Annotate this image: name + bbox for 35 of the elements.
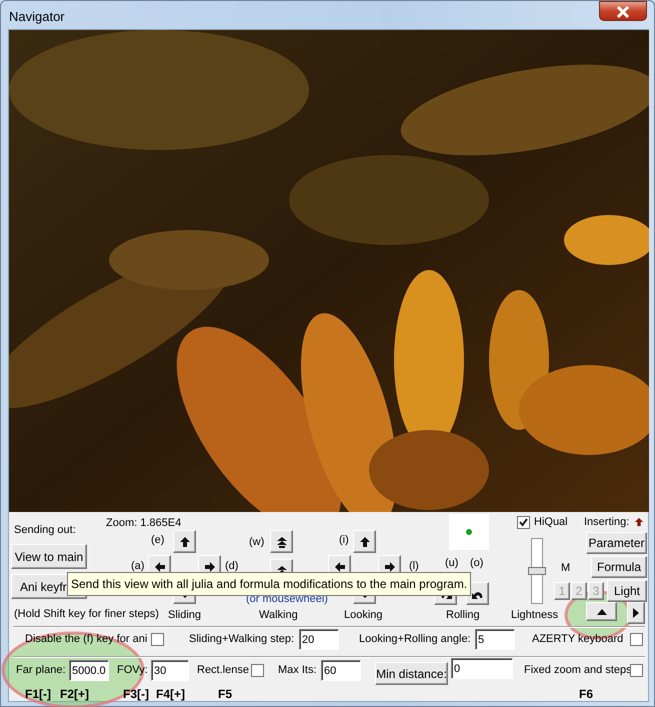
group-label: Looking (344, 609, 383, 622)
hotkey-label: F3[-] (123, 686, 149, 703)
hint-text: (Hold Shift key for finer steps) (14, 608, 159, 621)
group-label: Rolling (446, 609, 480, 622)
hotkey-label: F4[+] (156, 686, 186, 703)
hotkey-label: F1[-] (25, 686, 51, 703)
label-text: Inserting: (584, 516, 630, 529)
zoom-readout: Zoom: 1.865E4 (106, 517, 182, 530)
key-label: (w) (249, 536, 264, 549)
key-label: (o) (470, 557, 484, 570)
key-label: (d) (225, 560, 238, 573)
key-label: (u) (445, 557, 458, 570)
checkbox-label: HiQual (534, 516, 568, 529)
field-label: Max Its: (278, 664, 317, 677)
checkbox-label: Rect.lense (197, 664, 249, 677)
window-title: Navigator (9, 8, 65, 26)
checkbox-label: Disable the (f) key for ani (25, 633, 148, 646)
hotkey-label: F2[+] (60, 686, 90, 703)
checkbox-label: AZERTY keyboard (532, 633, 624, 646)
group-label: Walking (259, 609, 298, 622)
key-label: (l) (409, 560, 419, 573)
key-label: (e) (151, 534, 164, 547)
field-label: Looking+Rolling angle: (359, 633, 471, 646)
field-label: FOVy: (117, 664, 148, 677)
tooltip: Send this view with all julia and formula modifications to the main program. (67, 572, 472, 596)
field-label: Sliding+Walking step: (189, 633, 294, 646)
hotkey-label: F5 (218, 686, 232, 703)
slider-label: M (561, 562, 570, 575)
group-label: Lightness (511, 609, 558, 622)
key-label: (i) (339, 534, 349, 547)
group-label: Sliding (168, 609, 202, 622)
hotkey-label: F6 (579, 686, 594, 703)
key-label: (a) (131, 560, 144, 573)
field-label: Far plane: (16, 664, 66, 677)
label-text: Sending out: (14, 524, 76, 537)
